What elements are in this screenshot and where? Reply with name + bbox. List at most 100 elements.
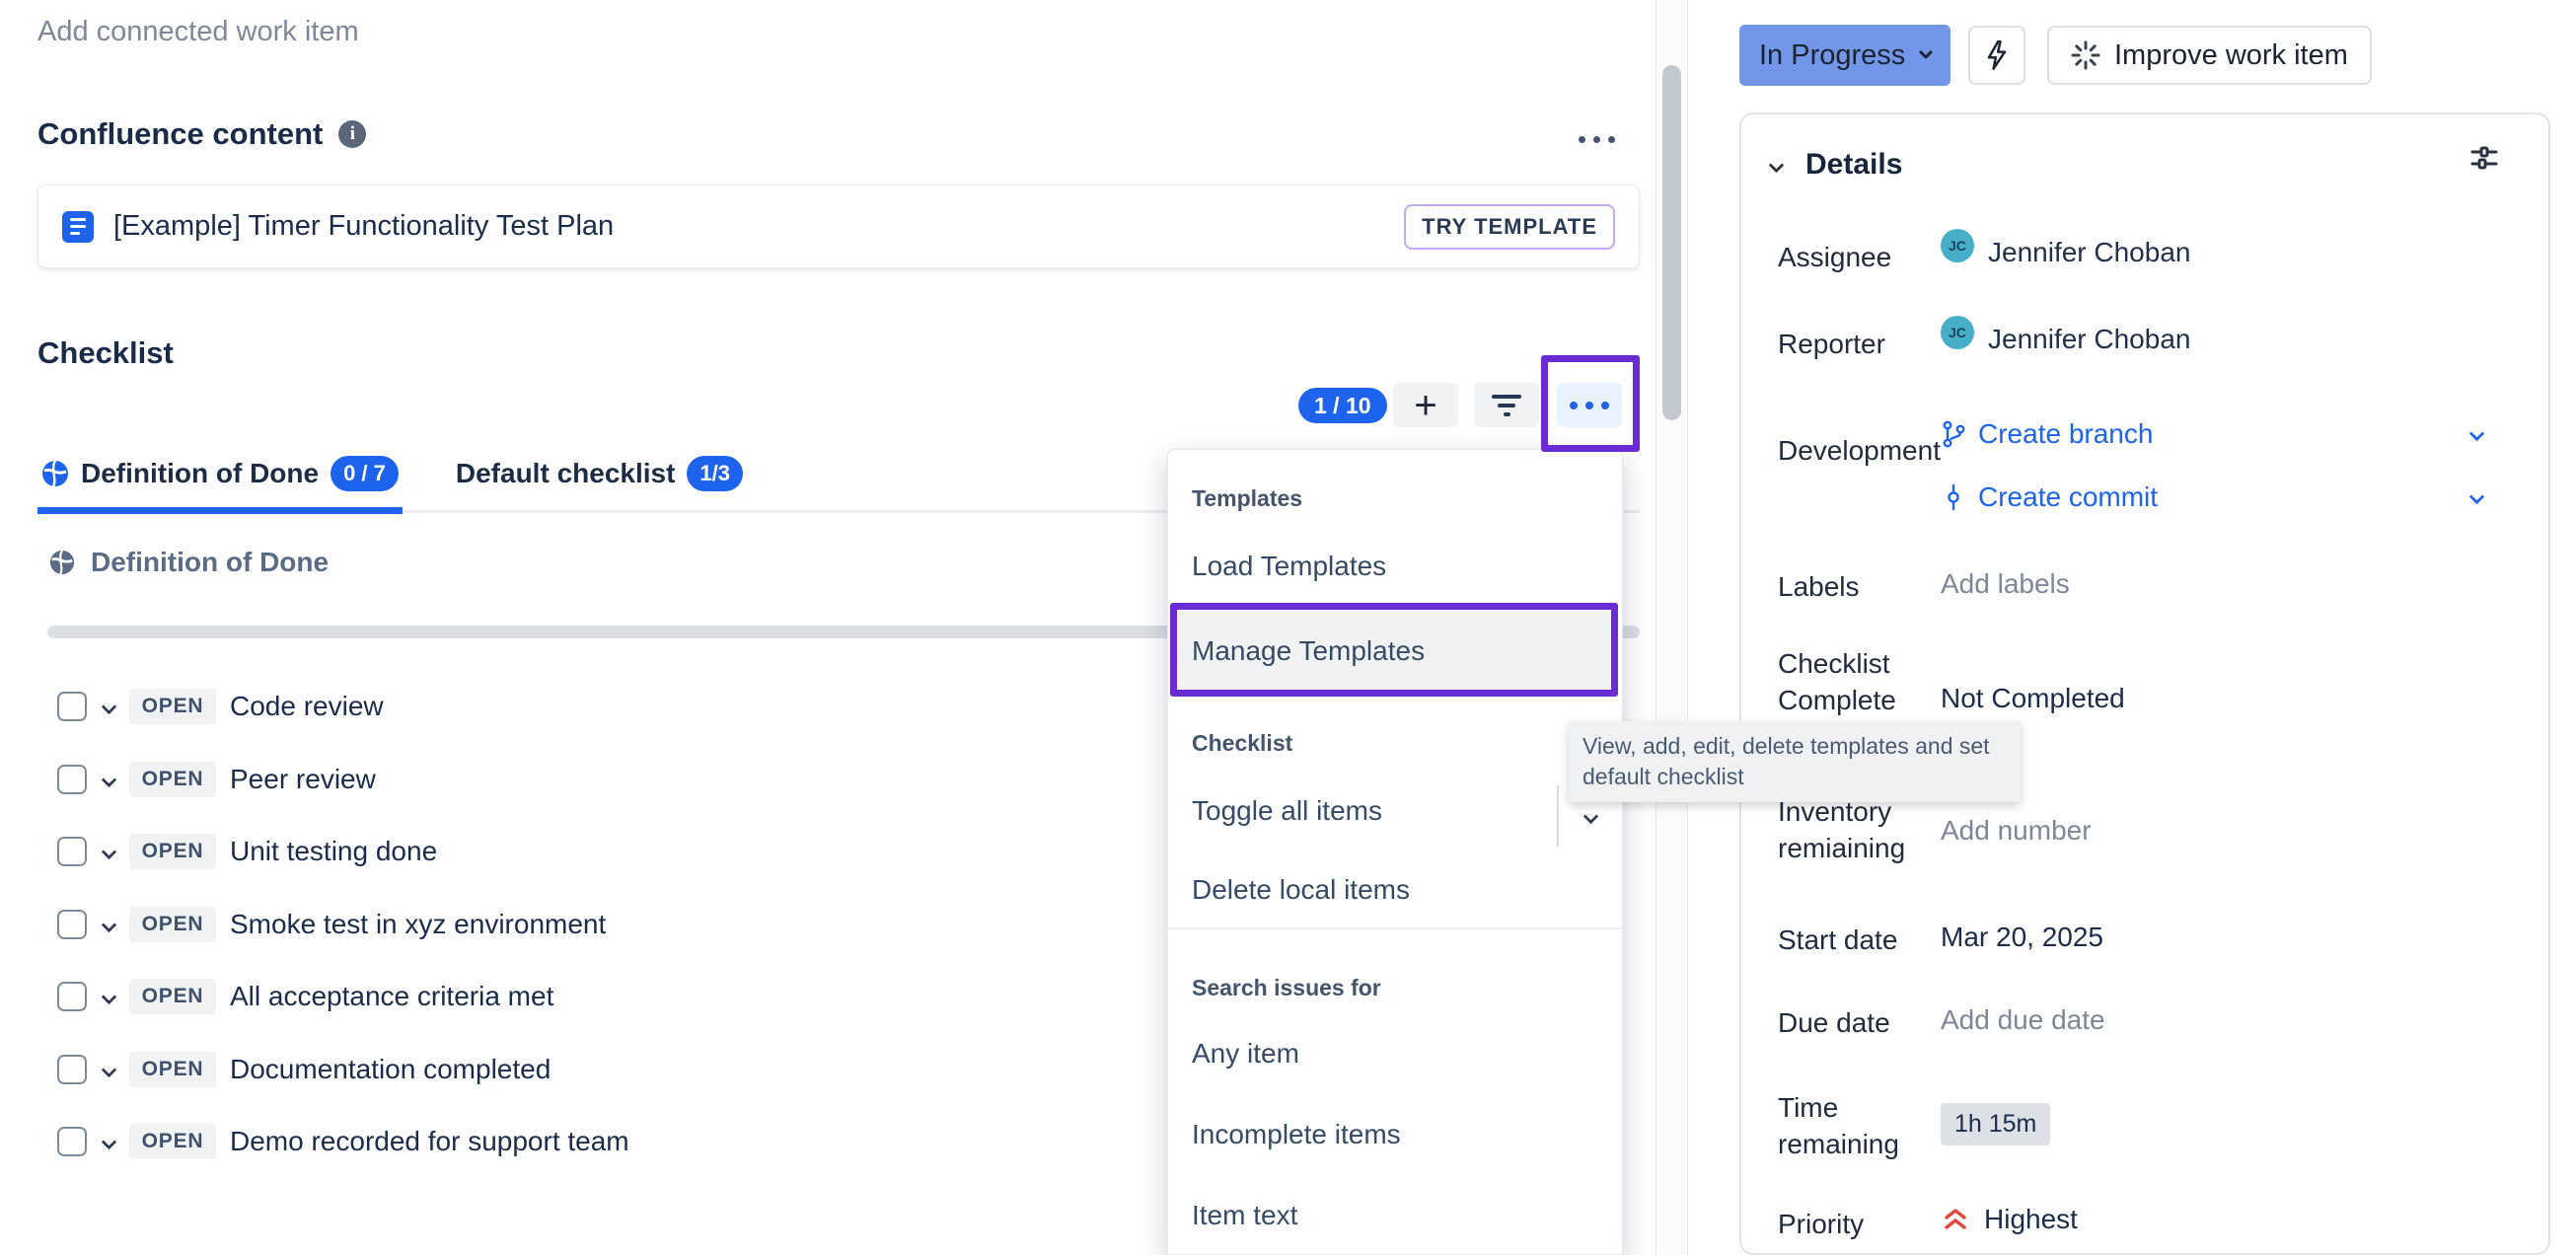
reporter-value[interactable]: Jennifer Choban [1988,324,2190,355]
section-title: Definition of Done [91,547,329,578]
chevron-down-icon[interactable] [2469,489,2485,505]
add-item-button[interactable]: + [1393,383,1458,427]
item-status-badge[interactable]: OPEN [129,979,216,1014]
confluence-more-icon[interactable] [1579,136,1615,143]
checklist-item-row: OPEN Code review [37,687,384,726]
chevron-down-icon [1769,157,1785,173]
due-date-value[interactable]: Add due date [1941,1004,2105,1036]
checklist-item-row: OPEN Demo recorded for support team [37,1122,629,1161]
confluence-page-card[interactable]: [Example] Timer Functionality Test Plan … [37,185,1640,268]
chevron-down-icon[interactable] [102,989,117,1004]
field-label-due-date: Due date [1778,1004,1957,1041]
chevron-down-icon[interactable] [102,917,117,932]
chevron-down-icon [1582,808,1598,824]
menu-item-toggle-all-items[interactable]: Toggle all items [1192,795,1382,827]
item-status-badge[interactable]: OPEN [129,907,216,942]
field-label-labels: Labels [1778,568,1957,605]
improve-work-item-button[interactable]: Improve work item [2047,26,2372,85]
start-date-value[interactable]: Mar 20, 2025 [1941,922,2103,953]
time-remaining-badge[interactable]: 1h 15m [1941,1103,2050,1145]
checklist-progress-badge: 1 / 10 [1298,388,1387,423]
checklist-item-row: OPEN Unit testing done [37,832,437,871]
create-branch-link[interactable]: Create branch [1941,418,2153,450]
item-checkbox[interactable] [57,837,87,866]
item-checkbox[interactable] [57,982,87,1011]
checklist-more-button[interactable] [1557,383,1622,427]
item-text[interactable]: Smoke test in xyz environment [230,909,606,940]
menu-item-load-templates[interactable]: Load Templates [1192,551,1386,582]
menu-item-delete-local-items[interactable]: Delete local items [1192,874,1410,906]
checklist-item-row: OPEN All acceptance criteria met [37,977,553,1016]
details-header[interactable]: Details [1771,148,1902,182]
assignee-value[interactable]: Jennifer Choban [1988,237,2190,268]
chevron-down-icon[interactable] [102,844,117,859]
item-text[interactable]: Peer review [230,764,376,795]
avatar[interactable]: JC [1941,316,1974,349]
checklist-more-menu: Templates Load Templates Manage Template… [1167,449,1623,1255]
chevron-down-icon[interactable] [102,1062,117,1077]
menu-group-templates: Templates [1192,485,1302,512]
checklist-tabs: Definition of Done 0 / 7 Default checkli… [37,456,747,514]
automation-button[interactable] [1968,26,2025,85]
item-text[interactable]: Demo recorded for support team [230,1126,629,1157]
chevron-down-icon [1919,45,1933,59]
labels-value[interactable]: Add labels [1941,568,2070,600]
item-checkbox[interactable] [57,910,87,939]
add-connected-work-item[interactable]: Add connected work item [37,16,359,48]
field-label-assignee: Assignee [1778,239,1957,275]
tab-default-checklist[interactable]: Default checklist 1/3 [452,456,747,514]
menu-item-item-text[interactable]: Item text [1192,1200,1297,1231]
item-checkbox[interactable] [57,1055,87,1084]
item-status-badge[interactable]: OPEN [129,1124,216,1159]
item-status-badge[interactable]: OPEN [129,834,216,869]
chevron-down-icon[interactable] [102,772,117,787]
field-label-reporter: Reporter [1778,326,1957,362]
checklist-heading: Checklist [37,335,174,371]
avatar[interactable]: JC [1941,229,1974,262]
scrollbar-thumb[interactable] [1662,65,1681,420]
item-text[interactable]: Code review [230,691,384,722]
confluence-page-icon [62,211,94,243]
menu-item-manage-templates[interactable]: Manage Templates [1192,635,1425,667]
chevron-down-icon[interactable] [2469,426,2485,442]
item-text[interactable]: Unit testing done [230,836,437,867]
tab-count-badge: 1/3 [687,456,743,491]
tab-definition-of-done[interactable]: Definition of Done 0 / 7 [37,456,403,514]
try-template-button[interactable]: TRY TEMPLATE [1404,204,1615,250]
chevron-down-icon[interactable] [102,699,117,714]
chevron-down-icon[interactable] [102,1134,117,1149]
improve-label: Improve work item [2114,39,2348,72]
checklist-complete-value[interactable]: Not Completed [1941,683,2125,714]
menu-item-any-item[interactable]: Any item [1192,1038,1299,1070]
configure-fields-icon[interactable] [2468,142,2500,174]
confluence-content-title: Confluence content [37,116,323,152]
lightning-icon [1983,39,2011,71]
commit-icon [1941,483,1966,511]
item-status-badge[interactable]: OPEN [129,762,216,797]
confluence-page-title[interactable]: [Example] Timer Functionality Test Plan [113,210,614,243]
priority-value[interactable]: Highest [1941,1204,2078,1235]
item-text[interactable]: All acceptance criteria met [230,981,553,1012]
item-text[interactable]: Documentation completed [230,1054,551,1085]
item-checkbox[interactable] [57,1127,87,1156]
info-icon[interactable]: i [338,120,366,148]
checklist-section-header: Definition of Done [49,547,329,578]
confluence-content-header: Confluence content i [37,116,366,152]
tab-label: Definition of Done [81,458,319,489]
work-item-page: Add connected work item Confluence conte… [0,0,2576,1255]
item-status-badge[interactable]: OPEN [129,1052,216,1087]
tab-label: Default checklist [456,458,676,489]
item-status-badge[interactable]: OPEN [129,689,216,724]
item-checkbox[interactable] [57,765,87,794]
field-label-priority: Priority [1778,1206,1957,1242]
details-panel: Details Assignee JC Jennifer Choban Repo… [1739,112,2550,1255]
status-label: In Progress [1759,39,1905,72]
status-dropdown-button[interactable]: In Progress [1739,25,1950,86]
details-title: Details [1805,148,1902,182]
inventory-remaining-value[interactable]: Add number [1941,815,2092,847]
filter-button[interactable] [1474,383,1539,427]
manage-templates-tooltip: View, add, edit, delete templates and se… [1569,721,2021,802]
create-commit-link[interactable]: Create commit [1941,481,2158,513]
item-checkbox[interactable] [57,692,87,721]
menu-item-incomplete-items[interactable]: Incomplete items [1192,1119,1401,1150]
